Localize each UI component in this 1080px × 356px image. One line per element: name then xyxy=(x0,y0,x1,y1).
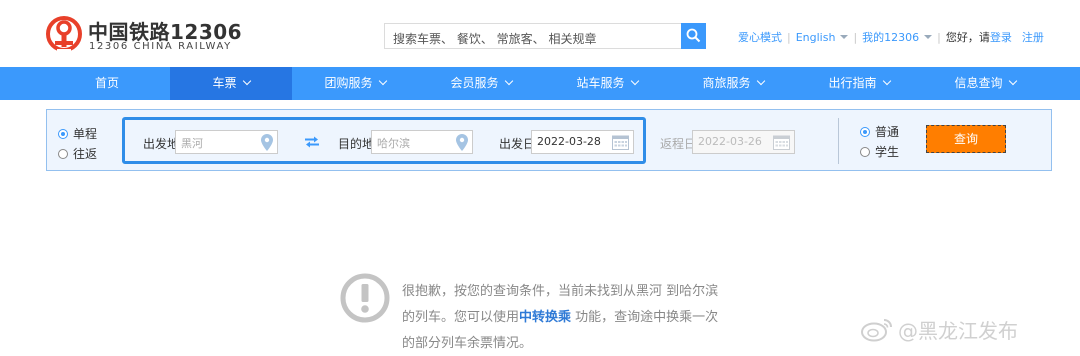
weibo-icon xyxy=(861,319,892,342)
to-station-value: 哈尔滨 xyxy=(377,137,410,150)
return-date-label: 返程日 xyxy=(660,137,697,151)
from-station-input[interactable]: 黑河 xyxy=(175,130,278,154)
watermark-text: @黑龙江发布 xyxy=(898,319,1018,343)
to-station-input[interactable]: 哈尔滨 xyxy=(371,130,473,154)
depart-date-label: 出发日 xyxy=(499,137,536,151)
nav-item-label: 团购服务 xyxy=(324,76,373,90)
chevron-down-icon xyxy=(242,76,251,86)
my12306-label: 我的12306 xyxy=(862,31,920,44)
search-button[interactable] xyxy=(681,23,706,49)
no-result-text: 的列车。您可以使用 xyxy=(402,310,520,325)
radio-checked-icon xyxy=(860,127,870,137)
search-icon xyxy=(686,28,701,43)
exclamation-circle-icon xyxy=(340,273,390,323)
return-date-value: 2022-03-26 xyxy=(698,135,762,148)
from-station-value: 黑河 xyxy=(181,137,203,150)
login-link[interactable]: 登录 xyxy=(990,29,1012,45)
query-button[interactable]: 查询 xyxy=(926,125,1006,153)
language-switch[interactable]: English xyxy=(796,31,849,44)
nav-item-station-service[interactable]: 站车服务 xyxy=(544,67,670,100)
radio-unchecked-icon xyxy=(860,147,870,157)
swap-stations-icon[interactable] xyxy=(304,136,320,148)
transfer-link[interactable]: 中转换乘 xyxy=(519,310,571,325)
chevron-down-icon xyxy=(924,35,933,39)
chevron-down-icon xyxy=(630,76,639,86)
language-label: English xyxy=(795,31,836,44)
location-pin-icon xyxy=(456,134,468,151)
site-search-input[interactable]: 搜索车票、 餐饮、 常旅客、 相关规章 xyxy=(384,23,681,49)
divider: | xyxy=(853,31,858,44)
site-header: 中国铁路12306 12306 CHINA RAILWAY 搜索车票、 餐饮、 … xyxy=(0,0,1080,67)
greeting-text: 您好，请 xyxy=(945,31,990,44)
register-link[interactable]: 注册 xyxy=(1022,29,1044,45)
site-logo[interactable]: 中国铁路12306 12306 CHINA RAILWAY xyxy=(45,15,242,55)
chevron-down-icon xyxy=(882,76,891,86)
chevron-down-icon xyxy=(840,35,849,39)
depart-date-input[interactable]: 2022-03-28 xyxy=(531,130,634,154)
no-result-text: 功能，查询途中换乘一次 xyxy=(571,310,719,325)
nav-item-tickets[interactable]: 车票 xyxy=(170,67,292,100)
ticket-type-normal-label: 普通 xyxy=(875,125,900,139)
nav-item-label: 信息查询 xyxy=(954,76,1003,90)
nav-item-home[interactable]: 首页 xyxy=(44,67,170,100)
nav-item-member-service[interactable]: 会员服务 xyxy=(418,67,544,100)
main-nav: 首页 车票 团购服务 会员服务 站车服务 商旅服务 出行指南 信息查询 xyxy=(0,67,1080,100)
top-links: 爱心模式 | English | 我的12306 | 您好，请登录 注册 xyxy=(738,29,1044,45)
nav-item-label: 站车服务 xyxy=(576,76,625,90)
no-result-line: 的部分列车余票情况。 xyxy=(402,336,533,351)
chevron-down-icon xyxy=(756,76,765,86)
divider: | xyxy=(937,31,941,44)
nav-item-label: 车票 xyxy=(212,76,237,90)
watermark: @黑龙江发布 xyxy=(860,315,1018,344)
care-mode-link[interactable]: 爱心模式 xyxy=(738,29,782,45)
ticket-type-normal-radio[interactable]: 普通 xyxy=(860,123,899,140)
location-pin-icon xyxy=(261,134,273,151)
trip-return-radio[interactable]: 往返 xyxy=(58,145,97,162)
ticket-type-student-radio[interactable]: 学生 xyxy=(860,143,899,160)
ticket-type-student-label: 学生 xyxy=(875,145,900,159)
depart-date-value: 2022-03-28 xyxy=(537,135,601,148)
nav-item-label: 出行指南 xyxy=(828,76,877,90)
no-result-line: 很抱歉，按您的查询条件，当前未找到从黑河 到哈尔滨 xyxy=(402,284,719,299)
nav-item-label: 首页 xyxy=(94,76,119,90)
trip-oneway-radio[interactable]: 单程 xyxy=(58,125,97,142)
to-label: 目的地 xyxy=(338,137,375,151)
chevron-down-icon xyxy=(378,76,387,86)
chevron-down-icon xyxy=(1008,76,1017,86)
trip-return-label: 往返 xyxy=(73,147,98,161)
calendar-icon[interactable] xyxy=(612,134,629,150)
nav-item-label: 会员服务 xyxy=(450,76,499,90)
divider: | xyxy=(787,31,791,44)
my12306-menu[interactable]: 我的12306 xyxy=(862,29,933,45)
calendar-icon[interactable] xyxy=(773,134,790,150)
return-date-input[interactable]: 2022-03-26 xyxy=(692,130,795,154)
nav-item-group-service[interactable]: 团购服务 xyxy=(292,67,418,100)
radio-checked-icon xyxy=(58,129,68,139)
railway-logo-icon xyxy=(46,16,82,52)
nav-item-travel-guide[interactable]: 出行指南 xyxy=(796,67,922,100)
nav-item-label: 商旅服务 xyxy=(702,76,751,90)
nav-item-business-service[interactable]: 商旅服务 xyxy=(670,67,796,100)
trip-oneway-label: 单程 xyxy=(73,127,98,141)
no-result-line: 的列车。您可以使用中转换乘 功能，查询途中换乘一次 xyxy=(402,305,762,331)
from-label: 出发地 xyxy=(143,137,180,151)
no-result-message: 很抱歉，按您的查询条件，当前未找到从黑河 到哈尔滨 的列车。您可以使用中转换乘 … xyxy=(402,279,762,356)
chevron-down-icon xyxy=(504,76,513,86)
nav-item-info-query[interactable]: 信息查询 xyxy=(922,67,1048,100)
radio-unchecked-icon xyxy=(58,149,68,159)
divider xyxy=(838,118,839,164)
brand-name-en: 12306 CHINA RAILWAY xyxy=(89,41,232,52)
